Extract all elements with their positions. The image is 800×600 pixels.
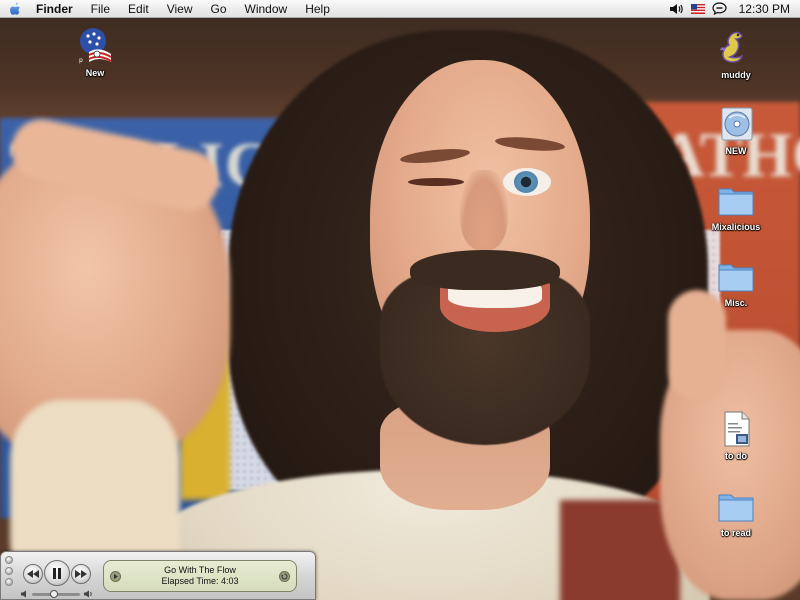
desktop-icon-misc[interactable]: Misc. xyxy=(698,256,774,308)
desktop-icon-label: Mixalicious xyxy=(711,222,761,232)
fast-forward-icon xyxy=(75,570,87,578)
next-track-button[interactable] xyxy=(71,564,91,584)
zoom-button[interactable] xyxy=(5,578,13,586)
chat-bubble-icon[interactable] xyxy=(709,0,731,18)
wallpaper-nose xyxy=(460,170,508,250)
folder-icon xyxy=(716,180,756,220)
now-playing-display: Go With The Flow Elapsed Time: 4:03 xyxy=(103,560,297,592)
menu-help[interactable]: Help xyxy=(296,0,339,18)
previous-track-button[interactable] xyxy=(23,564,43,584)
window-controls xyxy=(5,556,13,586)
desktop-icon-label: New xyxy=(85,68,105,78)
rewind-icon xyxy=(27,570,39,578)
desktop-icon-label: NEW xyxy=(725,146,747,156)
wallpaper-winking-eye xyxy=(408,178,464,186)
desktop-icon-muddy[interactable]: muddy xyxy=(698,28,774,80)
flag-globe-icon: p xyxy=(75,26,115,66)
folder-icon xyxy=(716,486,756,526)
menubar-clock[interactable]: 12:30 PM xyxy=(731,0,800,18)
display-mode-button[interactable] xyxy=(279,571,290,582)
desktop-icon-label: Misc. xyxy=(724,298,748,308)
elapsed-time: Elapsed Time: 4:03 xyxy=(161,576,239,586)
menu-extras: 12:30 PM xyxy=(665,0,800,18)
volume-icon[interactable] xyxy=(665,0,687,18)
desktop-icon-label: to do xyxy=(725,451,747,461)
menu-bar: Finder File Edit View Go Window Help 12:… xyxy=(0,0,800,18)
menu-go[interactable]: Go xyxy=(202,0,236,18)
desktop-icon-to-do[interactable]: to do xyxy=(698,409,774,461)
folder-icon xyxy=(716,256,756,296)
desktop-icon-label: to read xyxy=(720,528,751,538)
us-flag-icon[interactable] xyxy=(687,0,709,18)
desktop-icon-to-read[interactable]: to read xyxy=(698,486,774,538)
apple-icon[interactable] xyxy=(0,1,30,17)
volume-slider[interactable] xyxy=(21,589,93,599)
menu-edit[interactable]: Edit xyxy=(119,0,158,18)
desktop-icon-new[interactable]: p New xyxy=(57,26,133,78)
itunes-mini-player[interactable]: Go With The Flow Elapsed Time: 4:03 xyxy=(0,551,316,600)
desktop-icon-mixalicious[interactable]: Mixalicious xyxy=(698,180,774,232)
wallpaper-iris xyxy=(514,171,538,193)
dragon-icon xyxy=(716,28,756,68)
track-title: Go With The Flow xyxy=(164,565,236,575)
menu-view[interactable]: View xyxy=(158,0,202,18)
desktop-icon-label: muddy xyxy=(721,70,751,80)
desktop-icon-new-disc[interactable]: NEW xyxy=(698,104,774,156)
pause-icon xyxy=(53,567,61,579)
wallpaper-mustache xyxy=(410,250,560,290)
volume-track[interactable] xyxy=(32,589,80,598)
minimize-button[interactable] xyxy=(5,567,13,575)
svg-text:p: p xyxy=(79,57,83,64)
pause-button[interactable] xyxy=(44,560,70,586)
volume-knob[interactable] xyxy=(49,589,58,598)
snapback-button[interactable] xyxy=(110,571,121,582)
disc-icon xyxy=(716,104,756,144)
desktop-wallpaper: THOLICISM CATHO xyxy=(0,0,800,600)
menu-finder[interactable]: Finder xyxy=(30,0,82,18)
volume-high-icon xyxy=(84,590,92,598)
menu-window[interactable]: Window xyxy=(236,0,297,18)
refresh-icon xyxy=(281,573,288,580)
menu-file[interactable]: File xyxy=(82,0,119,18)
play-arrow-icon xyxy=(114,574,118,579)
close-button[interactable] xyxy=(5,556,13,564)
volume-low-icon xyxy=(21,590,26,598)
document-icon xyxy=(716,409,756,449)
